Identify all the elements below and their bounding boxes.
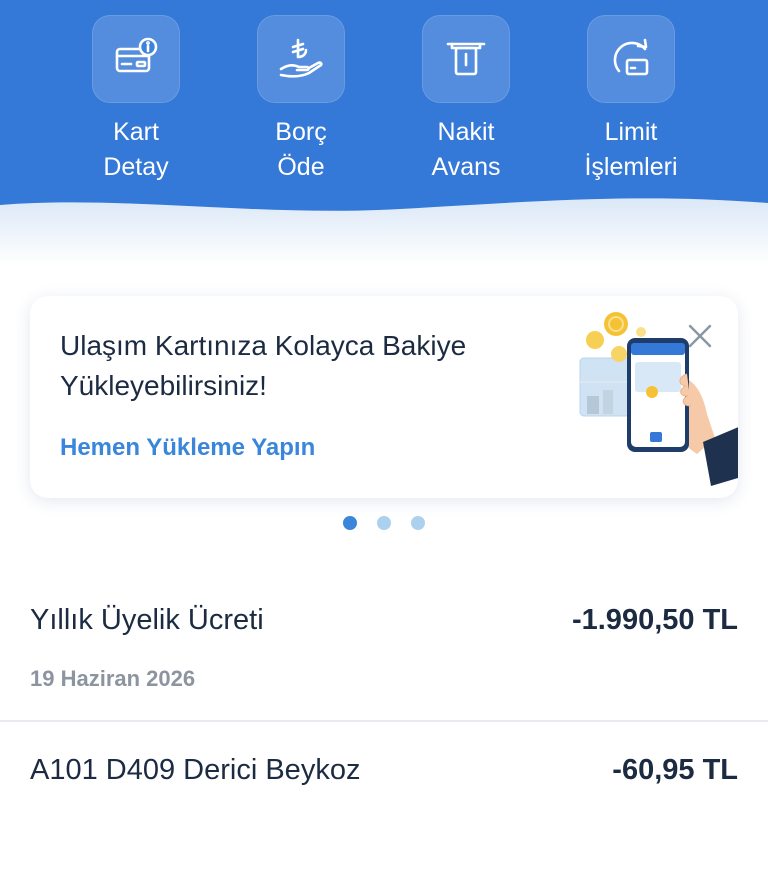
pay-debt-button[interactable]: Borç Öde <box>226 15 376 195</box>
pay-debt-label: Borç Öde <box>275 118 327 181</box>
transaction-row[interactable]: Yıllık Üyelik Ücreti -1.990,50 TL 19 Haz… <box>0 600 768 740</box>
pay-debt-tile <box>257 15 345 103</box>
cash-withdraw-icon <box>446 42 486 76</box>
pager-dot-2[interactable] <box>377 516 391 530</box>
card-detail-label: Kart Detay <box>103 118 169 181</box>
transaction-title: A101 D409 Derici Beykoz <box>30 754 361 786</box>
promo-card[interactable]: Ulaşım Kartınıza Kolayca Bakiye Yükleyeb… <box>30 296 738 498</box>
limit-card-icon <box>613 38 649 76</box>
limit-operations-button[interactable]: Limit İşlemleri <box>556 15 706 195</box>
card-detail-button[interactable]: Kart Detay <box>61 15 211 195</box>
cash-advance-label: Nakit Avans <box>431 118 501 181</box>
close-icon <box>688 324 712 348</box>
close-button[interactable] <box>682 318 718 354</box>
card-detail-tile <box>92 15 180 103</box>
quick-actions: Kart Detay Borç Öde Nakit Avans Limit İş… <box>0 0 768 215</box>
card-actions-header: Kart Detay Borç Öde Nakit Avans Limit İş… <box>0 0 768 265</box>
lira-hand-icon <box>279 38 323 78</box>
transaction-divider <box>0 720 768 722</box>
promo-pager <box>0 516 768 532</box>
limit-operations-label: Limit İşlemleri <box>584 118 678 181</box>
limit-operations-tile <box>587 15 675 103</box>
transaction-title: Yıllık Üyelik Ücreti <box>30 604 264 636</box>
pager-dot-1[interactable] <box>343 516 357 530</box>
cash-advance-button[interactable]: Nakit Avans <box>391 15 541 195</box>
transaction-date: 19 Haziran 2026 <box>30 666 196 691</box>
promo-link[interactable]: Hemen Yükleme Yapın <box>60 434 315 462</box>
cash-advance-tile <box>422 15 510 103</box>
transaction-amount: -1.990,50 TL <box>571 604 738 636</box>
transaction-amount: -60,95 TL <box>612 754 738 786</box>
pager-dot-3[interactable] <box>411 516 425 530</box>
transaction-row[interactable]: A101 D409 Derici Beykoz -60,95 TL <box>0 750 768 890</box>
card-info-icon <box>115 37 158 73</box>
promo-title: Ulaşım Kartınıza Kolayca Bakiye Yükleyeb… <box>60 330 467 401</box>
